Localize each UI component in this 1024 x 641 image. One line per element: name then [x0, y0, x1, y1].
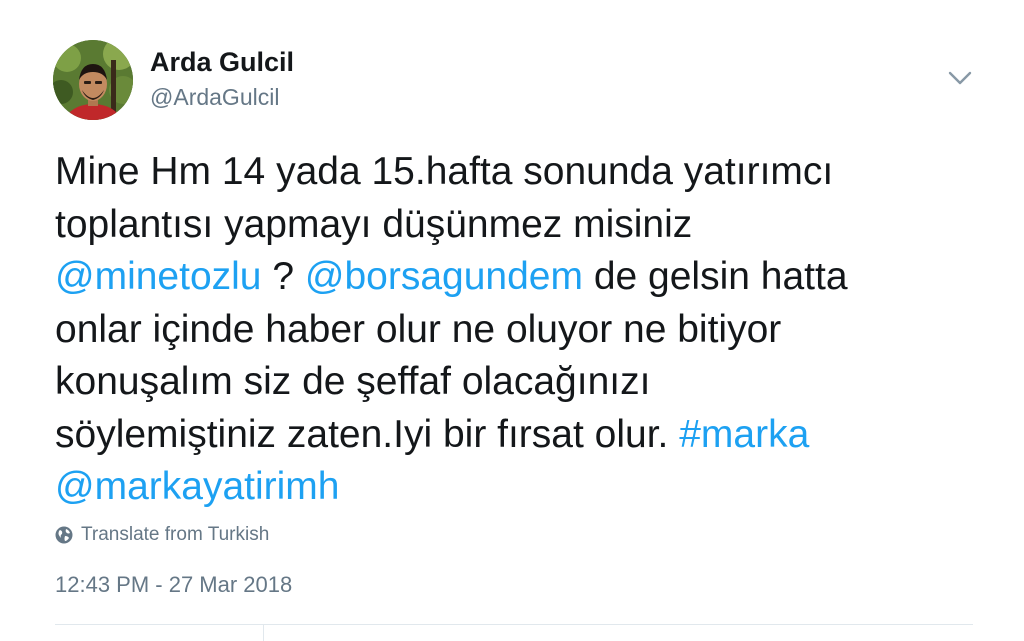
tweet-text-segment: de gelsin hatta — [582, 255, 848, 298]
tweet-text-line: @markayatirimh — [55, 461, 985, 514]
mention-link[interactable]: @markayatirimh — [55, 465, 339, 508]
profile-photo-icon — [53, 40, 133, 120]
tweet-text-line: toplantısı yapmayı düşünmez misiniz — [55, 199, 985, 252]
chevron-down-icon[interactable] — [946, 66, 974, 90]
hashtag-link[interactable]: #marka — [679, 413, 809, 456]
mention-link[interactable]: @minetozlu — [55, 255, 262, 298]
author-handle[interactable]: @ArdaGulcil — [150, 82, 279, 112]
tweet-card: Arda Gulcil @ArdaGulcil Mine Hm 14 yada … — [0, 0, 1024, 641]
avatar[interactable] — [53, 40, 133, 120]
tweet-text-line: söylemiştiniz zaten.Iyi bir fırsat olur.… — [55, 409, 985, 462]
tweet-text-line: onlar içinde haber olur ne oluyor ne bit… — [55, 304, 985, 357]
tweet-text-segment: Mine Hm 14 yada 15.hafta sonunda yatırım… — [55, 150, 834, 193]
tweet-text-line: Mine Hm 14 yada 15.hafta sonunda yatırım… — [55, 146, 985, 199]
tweet-text-segment: söylemiştiniz zaten.Iyi bir fırsat olur. — [55, 412, 680, 456]
tweet-text-segment: ? — [261, 255, 305, 298]
divider — [55, 624, 973, 625]
mention-link[interactable]: @borsagundem — [305, 255, 583, 298]
author-display-name[interactable]: Arda Gulcil — [150, 45, 294, 79]
tweet-text-line: konuşalım siz de şeffaf olacağınızı — [55, 356, 985, 409]
tweet-timestamp[interactable]: 12:43 PM - 27 Mar 2018 — [55, 570, 292, 600]
translate-link[interactable]: Translate from Turkish — [55, 522, 269, 548]
tweet-text-segment: konuşalım siz de şeffaf olacağınızı — [55, 360, 651, 403]
globe-icon — [55, 526, 73, 544]
translate-label: Translate from Turkish — [81, 524, 270, 545]
tweet-text-segment: onlar içinde haber olur ne oluyor ne bit… — [55, 307, 782, 351]
tweet-text-segment: toplantısı yapmayı düşünmez misiniz — [55, 202, 693, 246]
tweet-text-line: @minetozlu ? @borsagundem de gelsin hatt… — [55, 251, 985, 304]
tweet-text: Mine Hm 14 yada 15.hafta sonunda yatırım… — [55, 146, 985, 514]
divider-vertical — [263, 625, 264, 641]
